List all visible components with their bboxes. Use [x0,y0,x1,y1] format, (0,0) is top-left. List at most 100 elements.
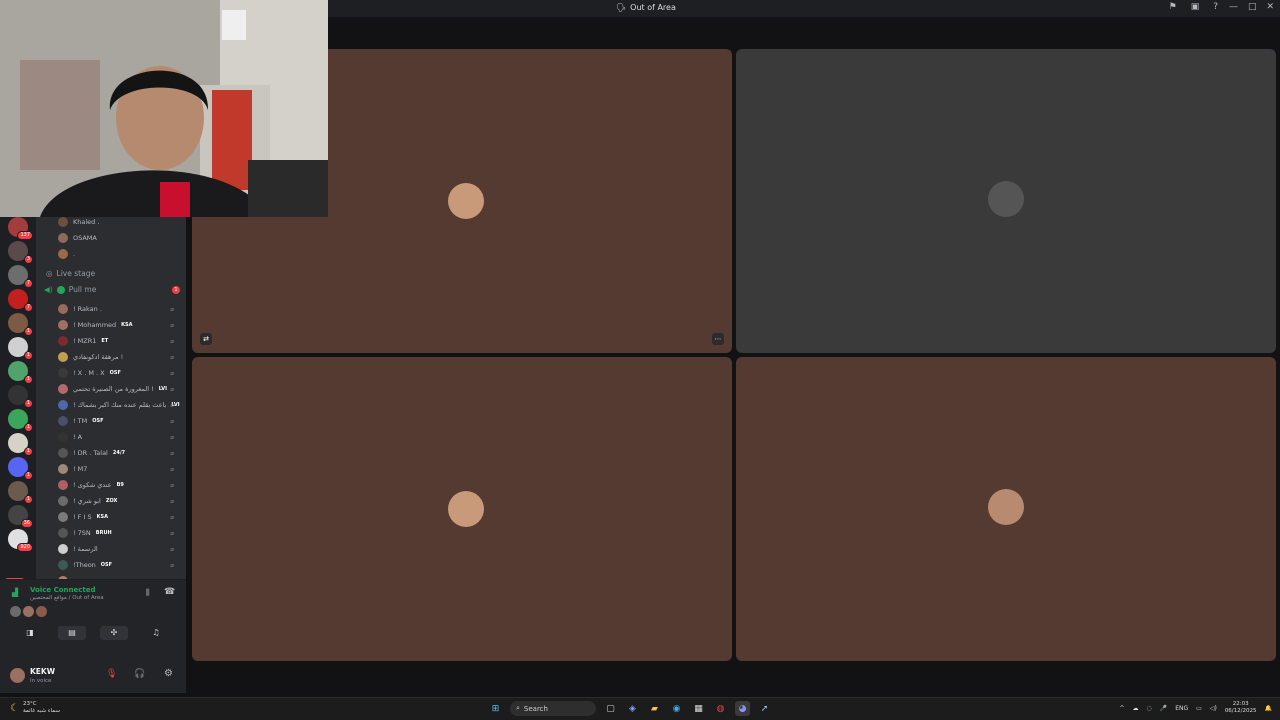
voice-location[interactable]: مواقع المختصين / Out of Area [30,595,104,601]
server-icon[interactable]: 1 [8,313,33,336]
store-icon[interactable]: ▦ [691,701,706,716]
discord-icon[interactable]: ◕ [735,701,750,716]
search-icon: ⌕ [516,704,520,712]
deafen-icon[interactable]: 🎧 [134,669,145,679]
avatar [58,496,68,506]
volume-icon[interactable]: ◁) [1210,705,1217,712]
username[interactable]: KEKW [30,667,55,676]
server-badge: 1 [23,351,33,360]
video-tile[interactable] [736,49,1276,353]
server-icon[interactable]: 7 [8,289,33,312]
server-badge: 1 [23,447,33,456]
edge-browser-icon[interactable]: ◉ [669,701,684,716]
taskbar-apps: ⊞ ⌕ Search ▢ ◈ ▰ ◉ ▦ ◍ ◕ ➚ [488,701,772,716]
member-row[interactable]: المغرورة من الصنيرة تحتمي ! LVI ⌀ [58,382,180,396]
noise-suppression-icon[interactable]: ⫼ [146,588,150,598]
server-icon[interactable]: 7 [8,265,33,288]
microphone-icon[interactable]: 🎤 [1160,705,1167,712]
cloud-icon[interactable]: ☁ [1133,705,1139,712]
screenshare-button[interactable]: ▤ [58,626,86,640]
member-name: ! Mohammed [73,321,117,329]
monitor-icon[interactable]: ▭ [1196,705,1202,712]
soundboard-button[interactable]: ♫ [142,626,170,640]
popout-icon[interactable]: ⇄ [200,333,212,345]
help-icon[interactable]: ? [1213,2,1218,12]
member-row[interactable]: ! A ⌀ [58,430,180,444]
member-row[interactable]: ! Rakan . ⌀ [58,302,180,316]
avatar[interactable] [23,606,34,617]
avatar [58,528,68,538]
video-tile[interactable] [192,357,732,661]
chevron-up-icon[interactable]: ^ [1119,705,1124,712]
member-row[interactable]: مرهقة ادكونفادي ! ⌀ [58,350,180,364]
member-row[interactable]: Khaled . [58,215,180,229]
server-icon[interactable]: 137 [8,217,33,240]
member-row[interactable]: ! Mohammed KSA ⌀ [58,318,180,332]
member-row[interactable]: ! F I S KSA ⌀ [58,510,180,524]
weather-widget[interactable]: ☾ 23°C سماء شبه غائمة [10,701,60,715]
server-icon[interactable]: 1 [8,457,33,480]
screen-icon[interactable]: ▣ [1191,2,1200,12]
mic-muted-icon: ⌀ [170,561,174,569]
member-row[interactable]: ! DR . Talal 24/7 ⌀ [58,446,180,460]
avatar[interactable] [36,606,47,617]
settings-gear-icon[interactable]: ⚙ [164,668,173,679]
server-icon[interactable]: 920 [8,529,33,552]
avatar [58,320,68,330]
server-badge: 3 [23,255,33,264]
activities-button[interactable]: ✣ [100,626,128,640]
member-name: ! عندي شكوى [73,481,112,489]
language-indicator[interactable]: ENG [1175,705,1188,712]
minimize-button[interactable]: — [1229,2,1238,12]
server-icon[interactable]: 1 [8,409,33,432]
server-icon[interactable]: 1 [8,337,33,360]
server-icon[interactable]: 1 [8,433,33,456]
server-icon[interactable]: 1 [8,385,33,408]
steam-icon[interactable]: ➚ [757,701,772,716]
stage-channel[interactable]: ◎ Live stage [46,269,95,278]
search-box[interactable]: ⌕ Search [510,701,596,716]
mic-muted-icon[interactable]: 🎙 [106,669,117,679]
member-row[interactable]: !Theon OSF ⌀ [58,558,180,572]
member-row[interactable]: ! X . M . X OSF ⌀ [58,366,180,380]
member-row[interactable]: ! الرسمة ⌀ [58,542,180,556]
webcam-overlay [0,0,328,217]
member-row[interactable]: ! M7 ⌀ [58,462,180,476]
member-name: Khaled . [73,218,100,226]
task-view-icon[interactable]: ▢ [603,701,618,716]
member-name: مرهقة ادكونفادي ! [73,353,124,361]
member-row[interactable]: OSAMA [58,231,180,245]
live-indicator-icon [56,285,65,294]
clock[interactable]: 22:03 06/12/2025 [1225,701,1257,715]
member-row[interactable]: ! باعث بقلم عنده منك اكبر بشماك LVI ⌀ [58,398,180,412]
server-icon[interactable]: 3 [8,241,33,264]
maximize-button[interactable]: □ [1248,2,1257,12]
more-options-icon[interactable]: ⋯ [712,333,724,345]
avatar[interactable] [10,668,25,683]
server-icon[interactable]: 36 [8,505,33,528]
file-explorer-icon[interactable]: ▰ [647,701,662,716]
avatar[interactable] [10,606,21,617]
member-row[interactable]: ! MZR1 ET ⌀ [58,334,180,348]
copilot-icon[interactable]: ◈ [625,701,640,716]
chrome-icon[interactable]: ◍ [713,701,728,716]
server-icon[interactable]: 1 [8,481,33,504]
voice-channel-pull-me[interactable]: ◀) Pull me 1 [44,285,180,294]
windows-start-icon[interactable]: ⊞ [488,701,503,716]
member-row[interactable]: ! TM OSF ⌀ [58,414,180,428]
close-button[interactable]: ✕ [1266,2,1274,12]
member-name: OSAMA [73,234,97,242]
member-row[interactable]: ! ابو شري ZOX ⌀ [58,494,180,508]
member-row[interactable]: ! 7SN BRUH ⌀ [58,526,180,540]
disconnect-icon[interactable]: ☎ [164,587,175,597]
flag-icon[interactable]: ⚑ [1169,2,1177,12]
avatar [58,384,68,394]
notification-bell-icon[interactable]: 🔔 [1265,705,1272,712]
member-row[interactable]: . [58,247,180,261]
stage-icon: ◎ [46,269,53,278]
server-icon[interactable]: 1 [8,361,33,384]
camera-button[interactable]: ◨ [16,626,44,640]
video-tile[interactable] [736,357,1276,661]
wifi-icon[interactable]: ◌ [1147,705,1152,712]
member-row[interactable]: ! عندي شكوى B9 ⌀ [58,478,180,492]
